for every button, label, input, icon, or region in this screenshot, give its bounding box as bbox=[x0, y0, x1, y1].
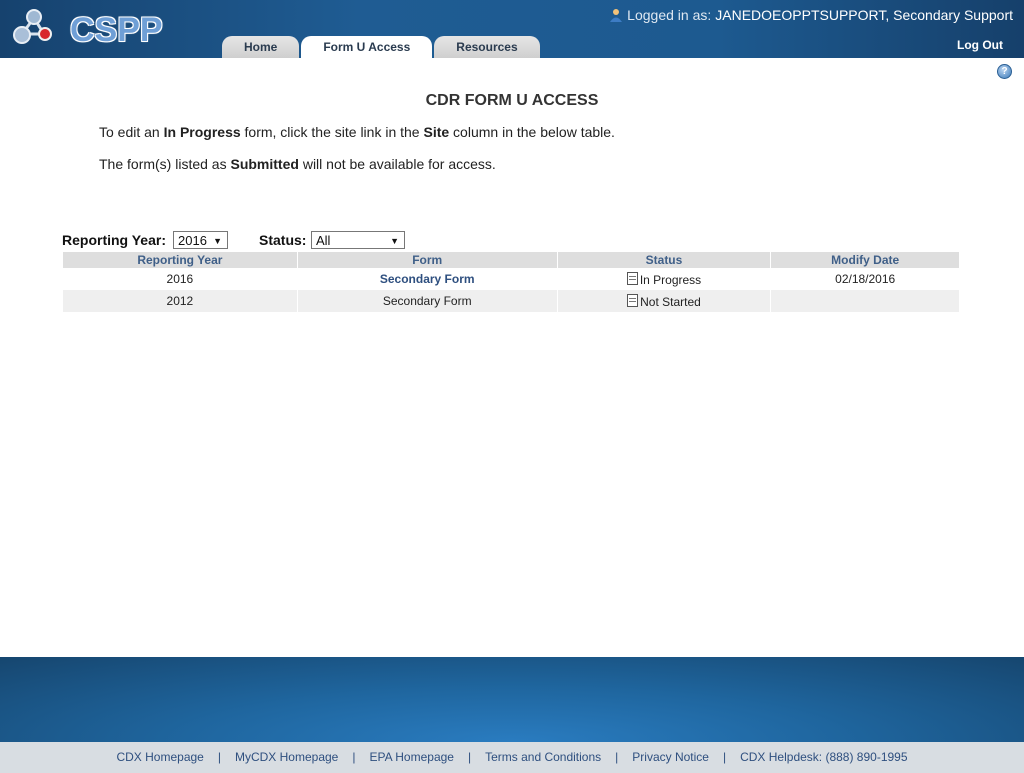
footer-separator: | bbox=[352, 750, 356, 764]
column-header-modify-date[interactable]: Modify Date bbox=[771, 252, 959, 268]
logged-in-label: Logged in as: bbox=[627, 7, 712, 23]
forms-table: Reporting Year Form Status Modify Date 2… bbox=[62, 252, 960, 312]
reporting-year-select[interactable]: 2016 ▼ bbox=[173, 231, 228, 249]
status-value: All bbox=[316, 233, 331, 248]
footer-banner bbox=[0, 657, 1024, 742]
logout-link[interactable]: Log Out bbox=[957, 38, 1003, 52]
tab-home[interactable]: Home bbox=[222, 36, 300, 58]
tab-form-u-access[interactable]: Form U Access bbox=[301, 36, 433, 58]
help-icon[interactable]: ? bbox=[997, 64, 1012, 79]
status-text: Not Started bbox=[640, 294, 701, 309]
tab-resources[interactable]: Resources bbox=[434, 36, 540, 58]
user-name: JANEDOEOPPTSUPPORT, Secondary Support bbox=[715, 7, 1013, 23]
form-link[interactable]: Secondary Form bbox=[380, 272, 475, 286]
footer-link-cdx-homepage[interactable]: CDX Homepage bbox=[116, 750, 203, 764]
cspp-logo: CSPP bbox=[12, 4, 163, 49]
cell-status: In Progress bbox=[558, 268, 771, 290]
instruction-text: The form(s) listed as bbox=[99, 156, 231, 172]
instruction-submitted: The form(s) listed as Submitted will not… bbox=[99, 156, 496, 172]
instruction-edit: To edit an In Progress form, click the s… bbox=[99, 124, 615, 140]
instruction-bold: Submitted bbox=[230, 156, 299, 172]
instruction-text: To edit an bbox=[99, 124, 164, 140]
footer-separator: | bbox=[722, 750, 727, 764]
instruction-text: will not be available for access. bbox=[298, 156, 496, 172]
reporting-year-label: Reporting Year: bbox=[62, 232, 166, 248]
status-text: In Progress bbox=[639, 272, 702, 287]
logged-in-status: Logged in as: JANEDOEOPPTSUPPORT, Second… bbox=[609, 7, 1013, 23]
footer-link-mycdx-homepage[interactable]: MyCDX Homepage bbox=[235, 750, 338, 764]
footer-separator: | bbox=[615, 750, 619, 764]
footer-link-terms[interactable]: Terms and Conditions bbox=[485, 750, 601, 764]
footer-links: CDX Homepage | MyCDX Homepage | EPA Homepage… bbox=[0, 742, 1024, 773]
table-header-row: Reporting Year Form Status Modify Date bbox=[63, 252, 959, 268]
document-icon bbox=[626, 271, 638, 285]
instruction-bold: Site bbox=[423, 124, 450, 140]
cell-form: Secondary Form bbox=[298, 268, 557, 290]
chevron-down-icon: ▼ bbox=[213, 236, 222, 246]
chevron-down-icon: ▼ bbox=[390, 236, 399, 246]
footer-separator: | bbox=[467, 750, 472, 764]
main-tabs: Home Form U Access Resources bbox=[222, 36, 540, 58]
molecule-icon bbox=[13, 9, 52, 44]
instruction-bold: In Progress bbox=[163, 124, 241, 140]
instruction-text: form, click the site link in the bbox=[240, 124, 424, 140]
cell-form: Secondary Form bbox=[297, 290, 557, 312]
column-header-form[interactable]: Form bbox=[297, 252, 557, 268]
footer-link-helpdesk[interactable]: CDX Helpdesk: (888) 890-1995 bbox=[740, 750, 907, 764]
cell-year: 2012 bbox=[63, 290, 297, 312]
table-row: 2012 Secondary Form Not Started bbox=[63, 290, 959, 312]
footer-link-epa-homepage[interactable]: EPA Homepage bbox=[369, 750, 454, 764]
footer-link-privacy[interactable]: Privacy Notice bbox=[632, 750, 709, 764]
user-icon bbox=[610, 9, 623, 22]
reporting-year-value: 2016 bbox=[178, 233, 207, 248]
cell-status: Not Started bbox=[557, 290, 771, 312]
table-row: 2016 Secondary Form In Progress 02/18/20… bbox=[63, 268, 959, 290]
cell-modify-date: 02/18/2016 bbox=[835, 272, 896, 286]
footer-separator: | bbox=[217, 750, 221, 764]
document-icon bbox=[627, 293, 639, 307]
status-label: Status: bbox=[259, 232, 307, 248]
instruction-text: column in the below table. bbox=[449, 124, 615, 140]
column-header-status[interactable]: Status bbox=[557, 252, 771, 268]
status-select[interactable]: All ▼ bbox=[311, 231, 405, 249]
logo-text: CSPP bbox=[70, 11, 163, 49]
app-header: CSPP Logged in as: JANEDOEOPPTSUPPORT, S… bbox=[0, 0, 1024, 58]
cell-modify-date bbox=[771, 290, 959, 312]
column-header-reporting-year[interactable]: Reporting Year bbox=[63, 252, 297, 268]
cell-year: 2016 bbox=[166, 272, 194, 286]
page-title: CDR FORM U ACCESS bbox=[425, 92, 599, 109]
